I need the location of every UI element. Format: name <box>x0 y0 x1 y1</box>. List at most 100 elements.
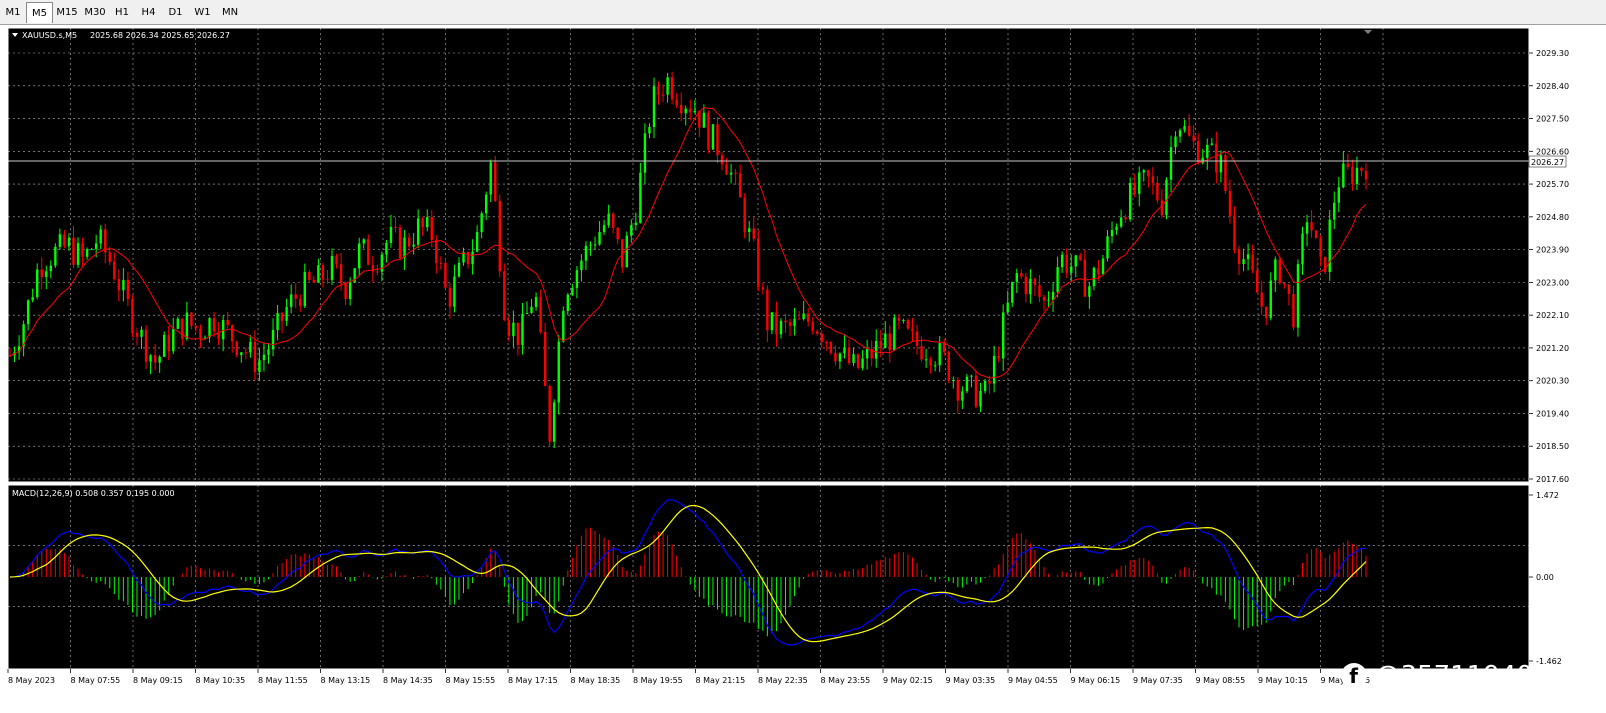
candle-body <box>1160 200 1164 216</box>
candle-body <box>1333 202 1336 220</box>
price-level-label: 2021.20 <box>1536 344 1569 353</box>
candle-body <box>348 282 352 300</box>
timeframe-d1[interactable]: D1 <box>162 2 189 23</box>
candle-body <box>235 341 238 356</box>
candle-body <box>99 229 102 244</box>
candle-body <box>770 312 774 331</box>
candle-body <box>543 331 547 387</box>
candle-body <box>748 228 751 232</box>
candle-body <box>303 272 306 307</box>
candle-body <box>249 341 252 353</box>
candle-body <box>802 313 805 320</box>
candle-body <box>1355 167 1359 185</box>
candle-body <box>1119 217 1123 227</box>
candle-body <box>262 354 266 361</box>
candle-body <box>725 164 728 175</box>
candle-body <box>1351 166 1354 185</box>
candle-body <box>1124 217 1127 220</box>
candle-body <box>507 319 511 337</box>
candle-body <box>625 235 628 268</box>
candle-body <box>167 334 170 352</box>
timeframe-h1[interactable]: H1 <box>109 2 135 23</box>
candle-body <box>684 108 687 114</box>
candle-body <box>190 312 193 326</box>
candle-body <box>1364 170 1368 180</box>
candle-body <box>571 287 574 295</box>
candle-body <box>321 265 325 280</box>
candle-body <box>1255 270 1259 293</box>
timeframe-m5[interactable]: M5 <box>26 2 53 23</box>
candle-body <box>752 228 755 239</box>
macd-pane[interactable] <box>8 485 1529 669</box>
candle-body <box>1178 130 1182 137</box>
time-label: 8 May 22:35 <box>758 676 808 685</box>
candle-body <box>915 331 919 346</box>
candle-body <box>294 294 297 299</box>
candle-body <box>1328 219 1331 272</box>
candle-body <box>575 270 579 288</box>
candle-body <box>834 353 837 362</box>
candle-body <box>788 322 792 326</box>
candle-body <box>426 217 429 228</box>
candle-body <box>253 341 257 372</box>
candle-body <box>516 322 520 345</box>
candle-body <box>992 355 996 384</box>
time-label: 9 May 10:15 <box>1258 676 1308 685</box>
candle-body <box>643 133 647 173</box>
candle-body <box>757 238 760 288</box>
candle-body <box>1024 276 1028 295</box>
chart-canvas[interactable]: XAUUSD.s,M5 2025.68 2026.34 2025.65 2026… <box>0 25 1606 709</box>
candle-body <box>738 173 742 198</box>
candle-body <box>593 244 597 246</box>
macd-label: MACD(12,26,9) 0.508 0.357 0.195 0.000 <box>12 489 175 498</box>
candle-body <box>76 243 80 265</box>
candle-body <box>1015 273 1018 282</box>
candle-body <box>226 319 229 326</box>
candle-body <box>1092 267 1096 287</box>
candle-body <box>1219 155 1223 173</box>
candle-body <box>806 313 810 322</box>
candle-body <box>693 110 697 113</box>
price-pane[interactable] <box>8 28 1529 482</box>
timeframe-m30[interactable]: M30 <box>81 2 109 23</box>
candle-body <box>911 328 914 332</box>
price-level-label: 2025.70 <box>1536 180 1569 189</box>
candle-body <box>893 317 896 351</box>
time-label: 8 May 13:15 <box>321 676 371 685</box>
candle-body <box>820 333 823 342</box>
candle-body <box>1197 141 1200 164</box>
timeframe-m1[interactable]: M1 <box>0 2 26 23</box>
candle-body <box>280 313 284 321</box>
candle-body <box>1070 266 1073 273</box>
candle-body <box>983 381 987 392</box>
candle-body <box>480 213 483 233</box>
candle-body <box>45 271 48 277</box>
candle-body <box>716 124 719 156</box>
candle-body <box>326 279 329 281</box>
candle-body <box>1038 285 1041 297</box>
candle-body <box>865 348 869 359</box>
candle-body <box>407 237 411 247</box>
candle-body <box>816 331 819 334</box>
candle-body <box>1283 282 1286 285</box>
candle-body <box>952 379 955 381</box>
candle-body <box>185 312 189 339</box>
timeframe-w1[interactable]: W1 <box>189 2 216 23</box>
candle-body <box>652 86 656 127</box>
candle-body <box>1138 172 1141 194</box>
timeframe-mn[interactable]: MN <box>216 2 244 23</box>
candle-body <box>403 237 406 258</box>
candle-body <box>85 249 89 257</box>
chart-window[interactable]: XAUUSD.s,M5 2025.68 2026.34 2025.65 2026… <box>0 25 1606 709</box>
candle-body <box>1319 238 1322 257</box>
watermark: f @3571194090 <box>1340 661 1566 691</box>
timeframe-m15[interactable]: M15 <box>53 2 81 23</box>
candle-body <box>398 227 402 258</box>
candle-body <box>1228 190 1232 216</box>
candle-body <box>566 294 570 311</box>
price-level-label: 2022.10 <box>1536 311 1569 320</box>
candle-body <box>1011 281 1014 303</box>
candle-body <box>271 329 275 350</box>
timeframe-h4[interactable]: H4 <box>135 2 162 23</box>
time-label: 9 May 08:55 <box>1196 676 1246 685</box>
